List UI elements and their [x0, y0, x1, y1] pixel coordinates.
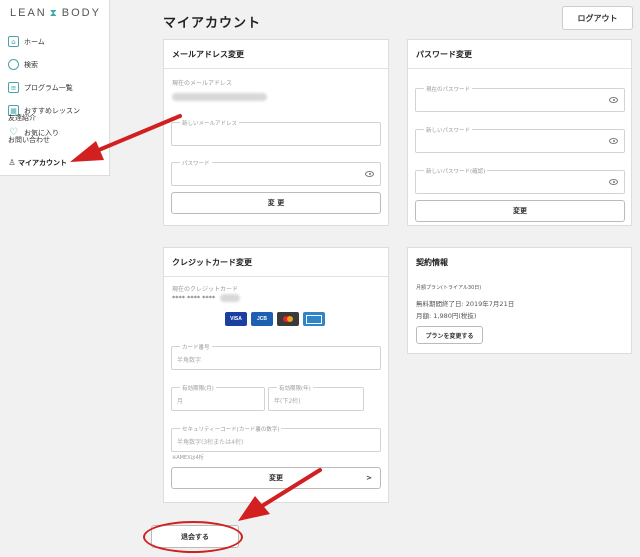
exp-year-label: 有効期限(年)	[277, 384, 313, 392]
monthly-fee: 月額: 1,980円(税抜)	[416, 312, 477, 320]
current-password-field[interactable]: 現在のパスワード	[415, 85, 625, 112]
email-change-panel: メールアドレス変更 現在のメールアドレス 新しいメールアドレス パスワード 変 …	[163, 39, 389, 226]
logo-left-text: LEAN	[10, 7, 47, 19]
confirm-password-label: 新しいパスワード(確認)	[424, 167, 488, 175]
highlight-circle	[143, 521, 243, 553]
divider	[408, 68, 631, 69]
sidebar-item-home[interactable]: ⌂ ホーム	[8, 36, 107, 47]
card-last-digits-blurred	[220, 294, 240, 302]
card-change-label: 変更	[269, 474, 283, 482]
card-number-placeholder: 半角数字	[177, 357, 202, 364]
email-change-button[interactable]: 変 更	[171, 192, 381, 214]
password-panel-title: パスワード変更	[416, 50, 472, 59]
exp-month-label: 有効期限(月)	[180, 384, 216, 392]
password-change-button[interactable]: 変更	[415, 200, 625, 222]
chevron-right-icon: >	[366, 474, 372, 482]
email-panel-title: メールアドレス変更	[172, 50, 244, 59]
contract-panel-title: 契約情報	[416, 258, 448, 267]
logo[interactable]: LEAN ⧗ BODY	[10, 7, 101, 19]
current-password-label: 現在のパスワード	[424, 85, 473, 93]
sidebar-item-label: ホーム	[24, 37, 45, 46]
search-icon	[8, 59, 19, 70]
logout-button[interactable]: ログアウト	[562, 6, 633, 30]
logo-right-text: BODY	[61, 7, 101, 19]
card-number-field[interactable]: カード番号 半角数字	[171, 343, 381, 370]
eye-icon[interactable]	[365, 171, 374, 177]
card-change-button[interactable]: 変更 >	[171, 467, 381, 489]
new-email-label: 新しいメールアドレス	[180, 119, 240, 127]
amex-logo	[303, 312, 325, 326]
current-card-number: **** **** ****	[172, 294, 216, 302]
sidebar-item-label: プログラム一覧	[24, 83, 73, 92]
jcb-logo: JCB	[251, 312, 273, 326]
new-email-field[interactable]: 新しいメールアドレス	[171, 119, 381, 146]
change-plan-button[interactable]: プランを変更する	[416, 326, 483, 344]
sidebar-item-contact[interactable]: お問い合わせ	[8, 135, 50, 145]
exp-year-field[interactable]: 有効期限(年) 年(下2桁)	[268, 384, 364, 411]
trial-end-date: 無料期間終了日: 2019年7月21日	[416, 300, 515, 308]
plan-name: 月額プラン(トライアル30日)	[416, 285, 482, 291]
visa-logo: VISA	[225, 312, 247, 326]
list-icon: ≡	[8, 82, 19, 93]
current-email-value-blurred	[172, 93, 267, 101]
sidebar: LEAN ⧗ BODY ⌂ ホーム 検索 ≡ プログラム一覧 ▦ おすすめレッス…	[0, 0, 110, 176]
home-icon: ⌂	[8, 36, 19, 47]
security-code-field[interactable]: セキュリティーコード(カード裏の数字) 半角数字(3桁または4桁)	[171, 425, 381, 452]
exp-month-field[interactable]: 有効期限(月) 月	[171, 384, 265, 411]
amex-note: ※AMEXは4桁	[172, 455, 204, 461]
sidebar-item-programs[interactable]: ≡ プログラム一覧	[8, 82, 107, 93]
sidebar-item-referral[interactable]: 友達紹介	[8, 113, 36, 123]
sidebar-item-label: 検索	[24, 60, 38, 69]
user-icon: ♙	[8, 157, 16, 168]
eye-icon[interactable]	[609, 179, 618, 185]
new-password-label: 新しいパスワード	[424, 126, 473, 134]
password-change-panel: パスワード変更 現在のパスワード 新しいパスワード 新しいパスワード(確認) 変…	[407, 39, 632, 226]
password-label: パスワード	[180, 159, 212, 167]
credit-card-panel: クレジットカード変更 現在のクレジットカード **** **** **** VI…	[163, 247, 389, 503]
sidebar-item-search[interactable]: 検索	[8, 59, 107, 70]
page-title: マイアカウント	[163, 16, 262, 31]
mastercard-logo	[277, 312, 299, 326]
hourglass-icon: ⧗	[49, 7, 59, 19]
current-email-label: 現在のメールアドレス	[172, 80, 233, 87]
confirm-password-field[interactable]: 新しいパスワード(確認)	[415, 167, 625, 194]
contract-info-panel: 契約情報 月額プラン(トライアル30日) 無料期間終了日: 2019年7月21日…	[407, 247, 632, 354]
security-code-label: セキュリティーコード(カード裏の数字)	[180, 425, 282, 433]
sidebar-item-label: マイアカウント	[18, 158, 67, 167]
email-password-field[interactable]: パスワード	[171, 159, 381, 186]
eye-icon[interactable]	[609, 97, 618, 103]
divider	[164, 68, 388, 69]
divider	[164, 276, 388, 277]
exp-year-placeholder: 年(下2桁)	[274, 398, 301, 405]
sidebar-item-my-account[interactable]: ♙ マイアカウント	[8, 157, 107, 168]
security-code-placeholder: 半角数字(3桁または4桁)	[177, 439, 244, 446]
card-number-label: カード番号	[180, 343, 212, 351]
new-password-field[interactable]: 新しいパスワード	[415, 126, 625, 153]
exp-month-placeholder: 月	[177, 398, 184, 405]
eye-icon[interactable]	[609, 138, 618, 144]
card-panel-title: クレジットカード変更	[172, 258, 252, 267]
current-card-label: 現在のクレジットカード	[172, 286, 239, 293]
